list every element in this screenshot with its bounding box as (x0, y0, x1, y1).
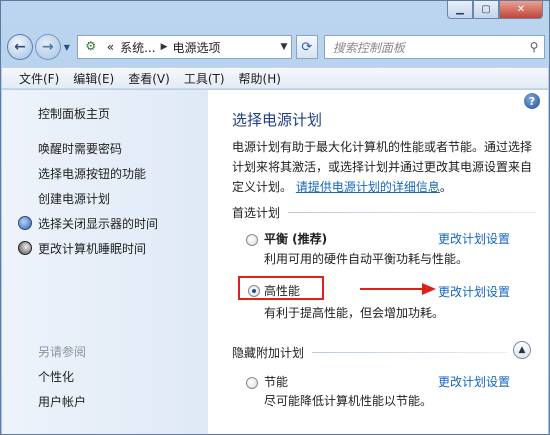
plan-balanced-radio[interactable] (246, 234, 258, 246)
sidebar-sleep-time[interactable]: 更改计算机睡眠时间 (38, 240, 146, 257)
sidebar: 控制面板主页 唤醒时需要密码 选择电源按钮的功能 创建电源计划 选择关闭显示器的… (2, 90, 208, 434)
breadcrumb-separator-icon[interactable]: ▶ (159, 42, 170, 52)
plan-power-saver-name[interactable]: 节能 (264, 373, 288, 390)
display-icon (18, 216, 32, 230)
menu-edit[interactable]: 编辑(E) (66, 70, 121, 87)
refresh-icon[interactable]: ⟳ (295, 35, 318, 59)
sidebar-wake-password[interactable]: 唤醒时需要密码 (38, 140, 122, 157)
close-icon[interactable]: ✕ (499, 1, 543, 19)
search-input[interactable]: 搜索控制面板 ⚲ (323, 35, 545, 59)
search-placeholder: 搜索控制面板 (332, 40, 405, 55)
plan-high-performance-settings-link[interactable]: 更改计划设置 (438, 283, 510, 300)
control-panel-icon: ⚙ (85, 39, 97, 53)
power-options-window: ▁ ▢ ✕ ← → ▼ ⚙ « 系统... ▶ 电源选项 ▼ ⟳ 搜索控制面板 … (0, 0, 550, 435)
plan-power-saver-settings-link[interactable]: 更改计划设置 (438, 373, 510, 390)
sidebar-create-plan[interactable]: 创建电源计划 (38, 190, 110, 207)
breadcrumb-power-options[interactable]: 电源选项 (169, 39, 223, 56)
sidebar-control-panel-home[interactable]: 控制面板主页 (38, 105, 110, 122)
plan-high-performance-name[interactable]: 高性能 (264, 282, 300, 299)
plan-high-performance-desc: 有利于提高性能，但会增加功耗。 (264, 306, 445, 320)
power-plan-info-link[interactable]: 请提供电源计划的详细信息 (296, 180, 440, 194)
caption-buttons: ▁ ▢ ✕ (447, 1, 543, 19)
navigation-bar: ← → ▼ ⚙ « 系统... ▶ 电源选项 ▼ ⟳ 搜索控制面板 ⚲ (7, 29, 545, 65)
main-content: ? 选择电源计划 电源计划有助于最大化计算机的性能或者节能。通过选择计划来将其激… (208, 90, 548, 434)
breadcrumb-system[interactable]: 系统... (117, 39, 158, 56)
help-icon[interactable]: ? (524, 93, 540, 109)
sidebar-personalization[interactable]: 个性化 (38, 368, 74, 385)
history-dropdown-icon[interactable]: ▼ (61, 43, 73, 52)
menu-help[interactable]: 帮助(H) (232, 70, 288, 87)
plan-balanced-desc: 利用可用的硬件自动平衡功耗与性能。 (264, 252, 469, 266)
hidden-plans-heading: 隐藏附加计划 (232, 346, 305, 360)
address-dropdown-icon[interactable]: ▼ (277, 42, 291, 52)
collapse-icon[interactable]: ▲ (513, 341, 531, 359)
sidebar-power-buttons[interactable]: 选择电源按钮的功能 (38, 165, 146, 182)
page-title: 选择电源计划 (232, 111, 323, 129)
sidebar-user-accounts[interactable]: 用户帐户 (38, 393, 86, 410)
forward-icon[interactable]: → (34, 34, 61, 60)
address-prefix[interactable]: « (104, 40, 117, 54)
plan-high-performance-radio[interactable] (248, 285, 260, 297)
plan-balanced-name[interactable]: 平衡 (推荐) (264, 230, 327, 247)
preferred-plans-heading: 首选计划 (232, 206, 281, 220)
menu-file[interactable]: 文件(F) (12, 70, 66, 87)
sleep-icon (18, 241, 32, 255)
minimize-icon[interactable]: ▁ (447, 1, 473, 19)
menu-tools[interactable]: 工具(T) (177, 70, 232, 87)
maximize-icon[interactable]: ▢ (473, 1, 499, 19)
search-icon[interactable]: ⚲ (524, 40, 544, 54)
menu-bar: 文件(F) 编辑(E) 查看(V) 工具(T) 帮助(H) (2, 67, 548, 89)
plan-power-saver-desc: 尽可能降低计算机性能以节能。 (264, 394, 433, 408)
menu-view[interactable]: 查看(V) (121, 70, 177, 87)
page-description: 电源计划有助于最大化计算机的性能或者节能。通过选择计划来将其激活，或选择计划并通… (232, 137, 540, 197)
annotation-arrow-icon (360, 283, 436, 295)
address-bar[interactable]: ⚙ « 系统... ▶ 电源选项 ▼ (76, 35, 292, 59)
plan-power-saver-radio[interactable] (246, 377, 258, 389)
see-also-heading: 另请参阅 (38, 345, 87, 359)
section-divider (288, 212, 536, 213)
sidebar-display-off-time[interactable]: 选择关闭显示器的时间 (38, 215, 158, 232)
description-end: 。 (439, 180, 452, 194)
back-icon[interactable]: ← (7, 34, 33, 60)
section-divider (312, 352, 508, 353)
plan-balanced-settings-link[interactable]: 更改计划设置 (438, 230, 510, 247)
